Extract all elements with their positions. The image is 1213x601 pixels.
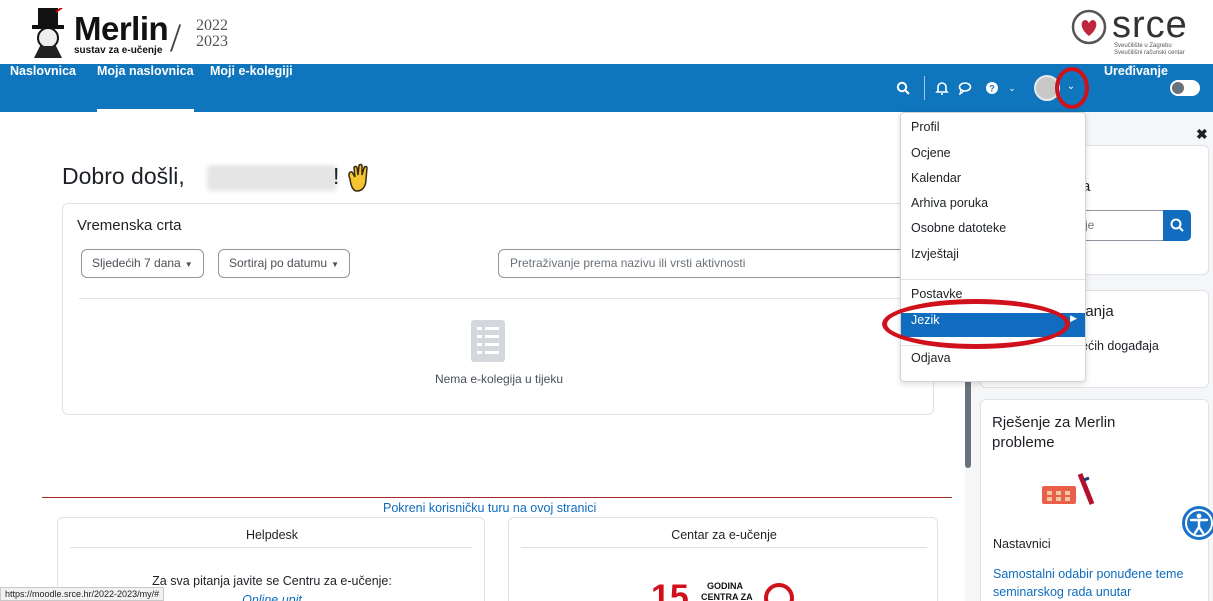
timeline-range-select[interactable]: Sljedećih 7 dana ▼ — [81, 249, 204, 278]
svg-text:?: ? — [989, 84, 995, 94]
srce-wordmark: srce — [1112, 4, 1188, 46]
wizard-hat-icon — [32, 8, 64, 58]
logo-wordmark: Merlin — [74, 10, 169, 47]
timeline-divider — [79, 298, 934, 299]
annotation-circle-user-menu — [1055, 67, 1089, 109]
course-search-button[interactable] — [1163, 210, 1191, 241]
submenu-arrow-icon: ▶ — [1070, 313, 1077, 323]
timeline-range-value: Sljedećih 7 dana — [92, 256, 181, 270]
menu-item-odjava[interactable]: Odjava — [901, 351, 1085, 375]
logo-years: 2022 2023 — [196, 18, 228, 50]
helpdesk-text: Za sva pitanja javite se Centru za e-uče… — [152, 574, 392, 588]
centar-logo-line-1: GODINA — [707, 581, 744, 591]
centar-logo-number: 15 — [651, 578, 689, 601]
merlin-logo[interactable]: Merlin sustav za e-učenje / 2022 2023 — [22, 6, 242, 60]
waving-hand-icon — [348, 163, 368, 192]
menu-item-kalendar[interactable]: Kalendar — [901, 171, 1085, 195]
helpdesk-title: Helpdesk — [245, 528, 299, 542]
srce-subtitle: Sveučilište u Zagrebu Sveučilišni računs… — [1114, 43, 1206, 57]
merlin-help-role: Nastavnici — [993, 537, 1051, 551]
user-tour-link[interactable]: Pokreni korisničku turu na ovoj stranici — [383, 501, 596, 515]
annotation-oval-jezik — [882, 299, 1070, 349]
nav-link-moja-naslovnica[interactable]: Moja naslovnica — [97, 64, 194, 112]
timeline-search-input[interactable]: Pretraživanje prema nazivu ili vrsti akt… — [498, 249, 934, 278]
nav-link-moji-e-kolegiji[interactable]: Moji e-kolegiji — [210, 64, 293, 112]
logo-year-bottom: 2023 — [196, 33, 228, 50]
heart-emblem-icon — [1071, 9, 1107, 45]
srce-logo[interactable]: srce Sveučilište u Zagrebu Sveučilišni r… — [1066, 4, 1206, 62]
section-divider — [42, 497, 952, 498]
help-chevron-down-icon[interactable]: ⌄ — [1002, 78, 1022, 98]
menu-item-ocjene[interactable]: Ocjene — [901, 146, 1085, 170]
nav-link-label: Moji e-kolegiji — [210, 64, 293, 78]
empty-list-icon — [471, 320, 505, 362]
timeline-block: Vremenska crta Sljedećih 7 dana ▼ Sortira… — [62, 203, 934, 415]
centar-anniversary-logo[interactable]: 15 GODINA CENTRA ZA — [649, 568, 809, 601]
chat-bubble-icon[interactable] — [955, 78, 975, 98]
upcoming-events-text: ećih događaja — [1081, 339, 1159, 353]
merlin-help-link[interactable]: Samostalni odabir ponuđene teme seminars… — [993, 565, 1193, 601]
site-banner: Merlin sustav za e-učenje / 2022 2023 sr… — [0, 0, 1213, 64]
nav-link-naslovnica[interactable]: Naslovnica — [10, 64, 76, 112]
close-drawer-icon[interactable]: ✖ — [1196, 126, 1208, 143]
status-bar-url: https://moodle.srce.hr/2022-2023/my/# — [0, 587, 165, 601]
chevron-down-icon: ▼ — [331, 260, 339, 269]
page-title: Dobro došli, — [62, 163, 185, 189]
chevron-down-icon: ▼ — [184, 260, 193, 269]
srce-sub-line-1: Sveučilište u Zagrebu — [1114, 43, 1172, 49]
logo-subtitle: sustav za e-učenje — [74, 45, 163, 56]
logo-slash: / — [170, 15, 182, 60]
edit-mode-label: Uređivanje — [1104, 64, 1168, 78]
timeline-title: Vremenska crta — [77, 217, 182, 234]
page-title-exclamation: ! — [333, 163, 340, 189]
centar-title: Centar za e-učenje — [671, 528, 777, 542]
search-icon[interactable] — [893, 78, 913, 98]
menu-item-osobne-datoteke[interactable]: Osobne datoteke — [901, 221, 1085, 245]
timeline-empty-message: Nema e-kolegija u tijeku — [434, 372, 564, 386]
menu-item-profil[interactable]: Profil — [901, 120, 1085, 144]
centar-divider — [521, 547, 927, 548]
redacted-username — [207, 165, 337, 191]
timeline-sort-value: Sortiraj po datumu — [229, 256, 328, 270]
merlin-help-illustration — [1042, 473, 1095, 505]
menu-item-izvjestaji[interactable]: Izvještaji — [901, 247, 1085, 271]
primary-navigation: Naslovnica Moja naslovnica Moji e-kolegi… — [0, 64, 1213, 112]
srce-sub-line-2: Sveučilišni računski centar — [1114, 50, 1185, 56]
logo-year-top: 2022 — [196, 17, 228, 34]
accessibility-button[interactable] — [1180, 504, 1213, 542]
nav-divider — [924, 76, 925, 100]
drawer-scrollbar[interactable] — [965, 380, 971, 468]
centar-block: Centar za e-učenje 15 GODINA CENTRA ZA — [508, 517, 938, 601]
help-icon[interactable]: ? — [982, 78, 1002, 98]
nav-link-label: Moja naslovnica — [97, 64, 194, 78]
timeline-sort-select[interactable]: Sortiraj po datumu ▼ — [218, 249, 350, 278]
menu-divider — [901, 279, 1085, 280]
nav-link-label: Naslovnica — [10, 64, 77, 78]
centar-logo-line-2: CENTRA ZA — [701, 592, 753, 601]
menu-item-arhiva-poruka[interactable]: Arhiva poruka — [901, 196, 1085, 220]
edit-mode-toggle[interactable] — [1170, 80, 1200, 96]
merlin-help-title: Rješenje za Merlin probleme — [992, 414, 1116, 451]
helpdesk-divider — [70, 547, 472, 548]
bell-icon[interactable] — [932, 78, 952, 98]
